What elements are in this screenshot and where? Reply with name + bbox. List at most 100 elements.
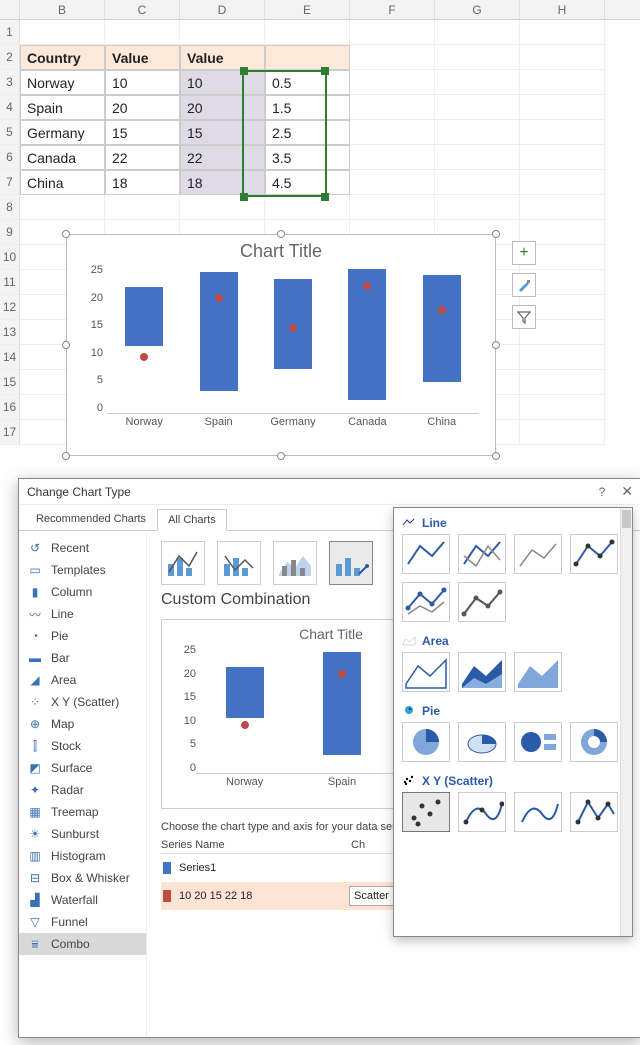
selection-handle[interactable] xyxy=(321,193,329,201)
chart-type-map[interactable]: ⊕Map xyxy=(19,713,146,735)
help-button[interactable]: ? xyxy=(599,485,606,499)
chart-subtype[interactable] xyxy=(514,792,562,832)
bar[interactable] xyxy=(125,287,163,347)
cell[interactable]: 20 xyxy=(105,95,180,120)
cell[interactable]: 10 xyxy=(180,70,265,95)
cell[interactable]: 2.5 xyxy=(265,120,350,145)
chart-subtype[interactable] xyxy=(458,792,506,832)
tab-all-charts[interactable]: All Charts xyxy=(157,509,227,531)
scatter-marker[interactable] xyxy=(241,721,249,729)
chart-subtype[interactable] xyxy=(402,652,450,692)
scatter-marker[interactable] xyxy=(215,294,223,302)
cell[interactable]: 1.5 xyxy=(265,95,350,120)
row-header[interactable]: 2 xyxy=(0,45,20,70)
row-header[interactable]: 15 xyxy=(0,370,20,395)
scatter-marker[interactable] xyxy=(438,306,446,314)
chart-subtype[interactable] xyxy=(402,792,450,832)
row-header[interactable]: 11 xyxy=(0,270,20,295)
bar[interactable] xyxy=(423,275,461,382)
scatter-marker[interactable] xyxy=(338,670,346,678)
chart-type-treemap[interactable]: ▦Treemap xyxy=(19,801,146,823)
cell[interactable]: 3.5 xyxy=(265,145,350,170)
row-header[interactable]: 5 xyxy=(0,120,20,145)
row-header[interactable]: 16 xyxy=(0,395,20,420)
table-header[interactable]: Value xyxy=(180,45,265,70)
row-header[interactable]: 12 xyxy=(0,295,20,320)
chart-filter-button[interactable] xyxy=(512,305,536,329)
cell[interactable]: 22 xyxy=(180,145,265,170)
cell[interactable]: 4.5 xyxy=(265,170,350,195)
selection-handle[interactable] xyxy=(321,67,329,75)
chart-type-combo[interactable]: ⩸Combo xyxy=(19,933,146,955)
chart-styles-button[interactable] xyxy=(512,273,536,297)
table-header[interactable] xyxy=(265,45,350,70)
chart-subtype[interactable] xyxy=(402,534,450,574)
selection-handle[interactable] xyxy=(240,193,248,201)
embedded-chart[interactable]: Chart Title 2520151050 NorwaySpainGerman… xyxy=(66,234,496,456)
cell[interactable]: Canada xyxy=(20,145,105,170)
chart-elements-button[interactable]: + xyxy=(512,241,536,265)
chart-subtype[interactable] xyxy=(570,534,618,574)
cell[interactable]: 22 xyxy=(105,145,180,170)
chart-type-bar[interactable]: ▬Bar xyxy=(19,647,146,669)
cell[interactable]: Germany xyxy=(20,120,105,145)
row-header[interactable]: 7 xyxy=(0,170,20,195)
chart-type-stock[interactable]: ⫿Stock xyxy=(19,735,146,757)
selection-handle[interactable] xyxy=(240,67,248,75)
chart-subtype[interactable] xyxy=(514,652,562,692)
col-header[interactable]: D xyxy=(180,0,265,19)
bar[interactable] xyxy=(200,272,238,391)
row-header[interactable]: 6 xyxy=(0,145,20,170)
col-header[interactable]: B xyxy=(20,0,105,19)
chart-type-surface[interactable]: ◩Surface xyxy=(19,757,146,779)
cell[interactable]: 20 xyxy=(180,95,265,120)
chart-type-sunburst[interactable]: ☀Sunburst xyxy=(19,823,146,845)
chart-type-recent[interactable]: ↺Recent xyxy=(19,537,146,559)
combo-variant[interactable] xyxy=(273,541,317,585)
chart-title[interactable]: Chart Title xyxy=(67,235,495,264)
combo-variant-custom[interactable] xyxy=(329,541,373,585)
cell[interactable]: 0.5 xyxy=(265,70,350,95)
chart-type-templates[interactable]: ▭Templates xyxy=(19,559,146,581)
tab-recommended[interactable]: Recommended Charts xyxy=(25,508,157,530)
chart-subtype[interactable] xyxy=(514,534,562,574)
chart-subtype[interactable] xyxy=(458,722,506,762)
cell[interactable]: 15 xyxy=(105,120,180,145)
chart-subtype[interactable] xyxy=(570,722,618,762)
cell[interactable]: Spain xyxy=(20,95,105,120)
chart-subtype[interactable] xyxy=(402,722,450,762)
scatter-marker[interactable] xyxy=(363,282,371,290)
chart-subtype[interactable] xyxy=(458,534,506,574)
chart-subtype[interactable] xyxy=(570,792,618,832)
cell[interactable]: 15 xyxy=(180,120,265,145)
combo-variant[interactable] xyxy=(217,541,261,585)
chart-type-area[interactable]: ◢Area xyxy=(19,669,146,691)
chart-type-waterfall[interactable]: ▟Waterfall xyxy=(19,889,146,911)
chart-type-box-whisker[interactable]: ⊟Box & Whisker xyxy=(19,867,146,889)
col-header[interactable]: H xyxy=(520,0,605,19)
popup-scrollbar[interactable] xyxy=(620,508,632,936)
row-header[interactable]: 10 xyxy=(0,245,20,270)
col-header[interactable]: E xyxy=(265,0,350,19)
bar[interactable] xyxy=(226,667,264,719)
chart-subtype[interactable] xyxy=(402,582,450,622)
bar[interactable] xyxy=(323,652,361,755)
row-header[interactable]: 3 xyxy=(0,70,20,95)
chart-subtype[interactable] xyxy=(458,582,506,622)
row-header[interactable]: 1 xyxy=(0,20,20,45)
combo-variant[interactable] xyxy=(161,541,205,585)
scatter-marker[interactable] xyxy=(140,353,148,361)
row-header[interactable]: 13 xyxy=(0,320,20,345)
chart-type-pie[interactable]: ◔Pie xyxy=(19,625,146,647)
chart-subtype[interactable] xyxy=(458,652,506,692)
cell[interactable]: Norway xyxy=(20,70,105,95)
chart-type-x-y-scatter-[interactable]: ⁘X Y (Scatter) xyxy=(19,691,146,713)
chart-type-histogram[interactable]: ▥Histogram xyxy=(19,845,146,867)
cell[interactable]: China xyxy=(20,170,105,195)
cell[interactable]: 18 xyxy=(105,170,180,195)
row-header[interactable]: 17 xyxy=(0,420,20,445)
chart-type-line[interactable]: 〰Line xyxy=(19,603,146,625)
chart-type-radar[interactable]: ✦Radar xyxy=(19,779,146,801)
chart-type-funnel[interactable]: ▽Funnel xyxy=(19,911,146,933)
close-button[interactable]: ✕ xyxy=(621,483,633,500)
